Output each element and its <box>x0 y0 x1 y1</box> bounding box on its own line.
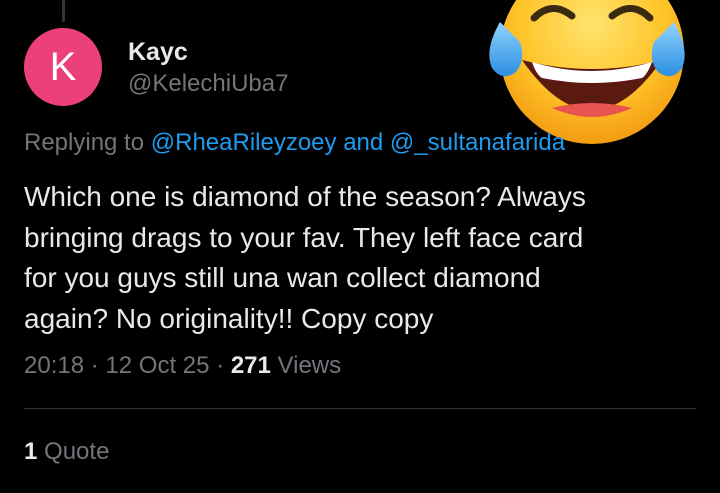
avatar[interactable]: K <box>24 28 102 106</box>
tweet-meta: 20:18 · 12 Oct 25 · 271 Views <box>24 352 341 380</box>
tweet-time[interactable]: 20:18 <box>24 352 84 379</box>
meta-separator: · <box>90 352 99 379</box>
tweet-date[interactable]: 12 Oct 25 <box>105 352 209 379</box>
tweet-text-line: again? No originality!! Copy copy <box>24 302 434 334</box>
tweet-text: Which one is diamond of the season? Alwa… <box>24 177 684 339</box>
user-handle[interactable]: @KelechiUba7 <box>128 70 288 98</box>
thread-connector-line <box>62 0 65 22</box>
tweet-text-line: Which one is diamond of the season? Alwa… <box>24 181 586 212</box>
avatar-letter: K <box>49 45 77 89</box>
reply-user-link-2[interactable]: @_sultanafarida <box>390 129 565 156</box>
views-label[interactable]: Views <box>278 352 342 379</box>
replying-to-line: Replying to @RheaRileyzoey and @_sultana… <box>24 129 565 157</box>
quote-label[interactable]: Quote <box>44 438 109 465</box>
meta-separator: · <box>216 352 225 379</box>
quotes-link[interactable]: 1 Quote <box>24 438 109 466</box>
quote-count[interactable]: 1 <box>24 438 37 465</box>
divider <box>24 408 696 409</box>
face-with-tears-of-joy-emoji-icon <box>489 0 685 144</box>
tweet-text-line: bringing drags to your fav. They left fa… <box>24 221 584 253</box>
replying-to-prefix: Replying to <box>24 129 145 156</box>
views-count[interactable]: 271 <box>231 352 271 379</box>
reply-user-link-1[interactable]: @RheaRileyzoey <box>151 129 337 156</box>
display-name[interactable]: Kayc <box>128 38 188 67</box>
tweet-text-line: for you guys still una wan collect diamo… <box>24 262 541 293</box>
reply-and-text[interactable]: and <box>343 129 383 156</box>
